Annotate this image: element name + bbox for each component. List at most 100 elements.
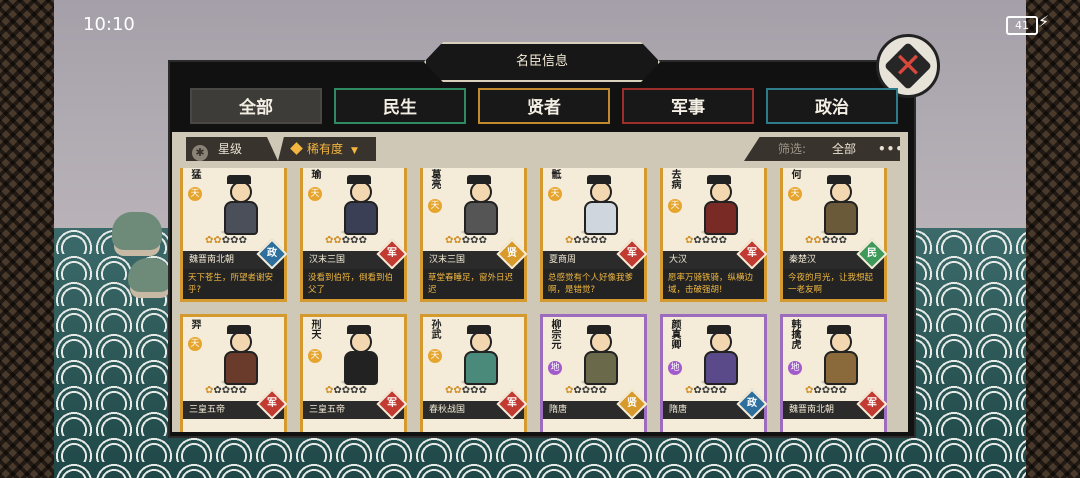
category-label: 贤 xyxy=(507,248,517,259)
minister-name: 刑天 xyxy=(309,319,320,339)
floating-island xyxy=(112,212,162,250)
minister-card[interactable]: 猛天 ✿✿✿✿✿ 魏晋南北朝政天下苍生，所望者谢安乎? xyxy=(180,168,288,302)
minister-card[interactable]: 孙武天 ✿✿✿✿✿ 春秋战国军 xyxy=(420,314,528,432)
star-icon: ✿ xyxy=(341,385,351,396)
star-icon: ✿ xyxy=(821,385,831,396)
minister-card[interactable]: 羿天 ✿✿✿✿✿ 三皇五帝军 xyxy=(180,314,288,432)
star-icon: ✿ xyxy=(238,235,247,246)
star-icon: ✿ xyxy=(213,385,222,396)
rarity-sort-button[interactable]: 稀有度 ▼ xyxy=(278,137,376,161)
star-sort-label: 星级 xyxy=(218,142,243,156)
minister-name: 去病 xyxy=(669,169,680,189)
category-tabs: 全部 民生 贤者 军事 政治 xyxy=(190,88,898,124)
star-icon: ✿ xyxy=(718,385,727,396)
star-rating: ✿✿✿✿✿ xyxy=(805,235,847,246)
rank-badge: 天 xyxy=(668,199,682,213)
minister-card[interactable]: 韩擒虎地 ✿✿✿✿✿ 魏晋南北朝军 xyxy=(780,314,888,432)
rank-badge: 天 xyxy=(308,187,322,201)
category-label: 军 xyxy=(267,398,277,409)
minister-card[interactable]: 葛亮天 ✿✿✿✿✿ 汉末三国贤草堂春睡足，窗外日迟迟 xyxy=(420,168,528,302)
minister-portrait xyxy=(341,175,378,235)
star-icon: ✿ xyxy=(333,235,342,246)
minister-portrait xyxy=(821,175,858,235)
filter-value: 全部 xyxy=(832,142,857,156)
rank-badge: 地 xyxy=(668,361,682,375)
star-icon: ✿ xyxy=(453,385,462,396)
tab-military[interactable]: 军事 xyxy=(622,88,754,124)
minister-card[interactable]: 柳宗元地 ✿✿✿✿✿ 隋唐贤 xyxy=(540,314,648,432)
right-border-pattern xyxy=(1026,0,1080,478)
rank-badge: 天 xyxy=(428,199,442,213)
category-label: 军 xyxy=(387,398,397,409)
star-rating: ✿✿✿✿✿ xyxy=(805,385,847,396)
minister-portrait xyxy=(701,325,738,385)
minister-quote: 今夜的月光，让我想起一老友啊 xyxy=(783,269,884,299)
rank-badge: 天 xyxy=(308,349,322,363)
minister-card[interactable]: 刑天天 ✿✿✿✿✿ 三皇五帝军 xyxy=(300,314,408,432)
filter-dropdown[interactable]: 筛选: 全部 ••• xyxy=(744,137,900,161)
minister-name: 韩擒虎 xyxy=(789,319,800,349)
rank-badge: 天 xyxy=(188,187,202,201)
minister-portrait xyxy=(461,325,498,385)
minister-card[interactable]: 颜真卿地 ✿✿✿✿✿ 隋唐政 xyxy=(660,314,768,432)
star-rating: ✿✿✿✿✿ xyxy=(325,385,367,396)
minister-quote: 愿率万骑铁骑，纵横边域，击破强胡! xyxy=(663,269,764,299)
minister-name: 羿 xyxy=(189,319,200,329)
floating-island xyxy=(128,258,172,292)
minister-card[interactable]: 瑜天 ✿✿✿✿✿ 汉末三国军没看到伯符，倒看到伯父了 xyxy=(300,168,408,302)
category-label: 民 xyxy=(867,248,877,259)
minister-name: 猛 xyxy=(189,169,200,179)
star-icon: ✿ xyxy=(470,385,479,396)
star-sort-button[interactable]: ✱ 星级 xyxy=(186,137,278,161)
diamond-icon xyxy=(290,142,303,155)
star-icon: ✿ xyxy=(453,235,462,246)
star-icon: ✿ xyxy=(710,235,719,246)
minister-name: 瑜 xyxy=(309,169,320,179)
star-icon: ✿ xyxy=(573,235,582,246)
tab-politics[interactable]: 政治 xyxy=(766,88,898,124)
category-label: 军 xyxy=(747,248,757,259)
star-icon: ✿ xyxy=(230,235,239,246)
star-icon: ✿ xyxy=(813,385,822,396)
star-icon: ✿ xyxy=(710,385,719,396)
star-icon: ✿ xyxy=(478,385,487,396)
star-icon: ✿ xyxy=(461,385,471,396)
star-icon: ✿ xyxy=(238,385,247,396)
minister-portrait xyxy=(581,175,618,235)
star-rating: ✿✿✿✿✿ xyxy=(565,235,607,246)
star-icon: ✿ xyxy=(598,235,607,246)
star-icon: ✿ xyxy=(213,235,222,246)
minister-card[interactable]: 去病天 ✿✿✿✿✿ 大汉军愿率万骑铁骑，纵横边域，击破强胡! xyxy=(660,168,768,302)
tab-sage[interactable]: 贤者 xyxy=(478,88,610,124)
star-icon: ✿ xyxy=(693,235,702,246)
minister-card[interactable]: 何天 ✿✿✿✿✿ 秦楚汉民今夜的月光，让我想起一老友啊 xyxy=(780,168,888,302)
rarity-sort-label: 稀有度 xyxy=(307,142,344,156)
star-icon: ✿ xyxy=(701,235,711,246)
star-icon: ✿ xyxy=(830,385,839,396)
category-label: 军 xyxy=(507,398,517,409)
star-icon: ✱ xyxy=(192,145,208,161)
star-rating: ✿✿✿✿✿ xyxy=(445,235,487,246)
minister-name: 葛亮 xyxy=(429,169,440,189)
minister-quote: 没看到伯符，倒看到伯父了 xyxy=(303,269,404,299)
filter-label: 筛选: xyxy=(778,142,807,156)
battery-icon: 41 xyxy=(1006,16,1038,35)
minister-portrait xyxy=(821,325,858,385)
star-rating: ✿✿✿✿✿ xyxy=(205,385,247,396)
star-rating: ✿✿✿✿✿ xyxy=(445,385,487,396)
rank-badge: 地 xyxy=(548,361,562,375)
minister-card[interactable]: 骶天 ✿✿✿✿✿ 夏商周军总感觉有个人好像我爹啊，是错觉? xyxy=(540,168,648,302)
minister-portrait xyxy=(581,325,618,385)
star-icon: ✿ xyxy=(478,235,487,246)
rank-badge: 地 xyxy=(788,361,802,375)
tab-livelihood[interactable]: 民生 xyxy=(334,88,466,124)
star-icon: ✿ xyxy=(590,235,599,246)
close-icon: ✕ xyxy=(893,46,923,86)
star-icon: ✿ xyxy=(830,235,839,246)
minister-quote: 草堂春睡足，窗外日迟迟 xyxy=(423,269,524,299)
minister-portrait xyxy=(221,325,258,385)
minister-name: 骶 xyxy=(549,169,560,179)
minister-portrait xyxy=(341,325,378,385)
tab-all[interactable]: 全部 xyxy=(190,88,322,124)
category-label: 政 xyxy=(267,248,277,259)
